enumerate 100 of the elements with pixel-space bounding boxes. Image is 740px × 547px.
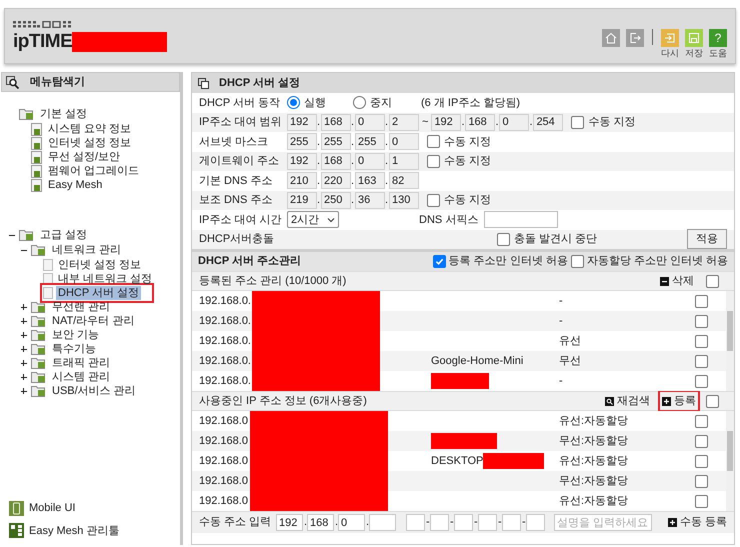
mac-field[interactable] <box>526 514 545 531</box>
expand-icon[interactable] <box>20 304 26 310</box>
octet-field[interactable]: 82 <box>389 172 419 190</box>
octet-field[interactable]: 130 <box>389 192 419 209</box>
tree-item[interactable]: Easy Mesh <box>46 178 104 192</box>
dns-suffix-field[interactable] <box>484 211 558 228</box>
delete-button[interactable]: 삭제 <box>660 272 694 290</box>
expand-icon[interactable] <box>20 346 26 352</box>
home-button[interactable] <box>602 28 620 46</box>
mobile-ui-link[interactable]: Mobile UI <box>9 500 180 516</box>
radio-button[interactable] <box>353 96 366 110</box>
checkbox[interactable] <box>695 494 708 508</box>
tree-item[interactable]: 네트워크 관리 <box>50 243 124 257</box>
tree-item[interactable]: NAT/라우터 관리 <box>50 314 136 328</box>
tree-item[interactable]: 무선랜 관리 <box>50 300 112 314</box>
tree-item[interactable]: USB/서비스 관리 <box>50 384 138 398</box>
logout-button[interactable] <box>626 28 644 46</box>
tree-item[interactable]: 트래픽 관리 <box>50 356 112 370</box>
mac-field[interactable] <box>430 514 449 531</box>
expand-icon[interactable] <box>20 332 26 338</box>
octet-field[interactable]: 0 <box>389 133 419 150</box>
checkbox[interactable] <box>695 334 708 348</box>
octet-field[interactable]: 219 <box>287 192 317 209</box>
expand-icon[interactable] <box>20 388 26 394</box>
tree-item[interactable]: 인터넷 설정 정보 <box>56 258 144 272</box>
octet-field[interactable]: 163 <box>355 172 385 190</box>
checkbox[interactable] <box>695 314 708 328</box>
octet-field[interactable]: 0 <box>355 152 385 170</box>
collapse-icon[interactable] <box>8 232 14 238</box>
checkbox[interactable] <box>695 474 708 488</box>
checkbox[interactable] <box>706 394 719 408</box>
checkbox[interactable] <box>427 154 440 168</box>
tree-item[interactable]: 시스템 요약 정보 <box>46 122 134 136</box>
tree-item[interactable]: 기본 설정 <box>38 107 90 121</box>
mac-field[interactable] <box>406 514 425 531</box>
checkbox[interactable] <box>706 274 719 288</box>
help-button[interactable]: ? <box>709 28 727 46</box>
scrollbar[interactable] <box>726 411 734 511</box>
octet-field[interactable]: 36 <box>355 192 385 209</box>
octet-field[interactable]: 1 <box>389 152 419 170</box>
checkbox[interactable] <box>695 294 708 308</box>
octet-field[interactable]: 220 <box>321 172 351 190</box>
lease-time-select[interactable]: 2시간 <box>287 211 339 228</box>
octet-field[interactable]: 250 <box>321 192 351 209</box>
expand-icon[interactable] <box>20 318 26 324</box>
checkbox[interactable] <box>570 255 584 268</box>
radio-button[interactable] <box>287 96 300 110</box>
octet-field[interactable]: 255 <box>321 133 351 150</box>
checkbox[interactable] <box>497 232 510 246</box>
octet-field[interactable] <box>369 514 396 531</box>
tree-item[interactable]: 보안 기능 <box>50 328 102 342</box>
expand-icon[interactable] <box>20 374 26 380</box>
expand-icon[interactable] <box>20 360 26 366</box>
octet-field[interactable]: 255 <box>287 133 317 150</box>
tree-item[interactable]: 펌웨어 업그레이드 <box>46 164 142 178</box>
checkbox[interactable] <box>695 434 708 448</box>
checkbox[interactable] <box>695 414 708 428</box>
field-label: DHCP 서버 동작 <box>199 96 282 110</box>
octet-field[interactable]: 0 <box>338 514 365 531</box>
mac-field[interactable] <box>478 514 497 531</box>
collapse-icon[interactable] <box>20 247 26 253</box>
apply-button[interactable]: 적용 <box>687 229 727 250</box>
dot-separator: . <box>317 115 321 130</box>
checkbox[interactable] <box>432 255 446 268</box>
logo: ipTIME <box>13 32 72 52</box>
octet-field[interactable]: 168 <box>321 152 351 170</box>
tree-item[interactable]: DHCP 서버 설정 <box>56 286 142 300</box>
octet-field[interactable]: 2 <box>389 114 419 131</box>
mac-field[interactable] <box>502 514 521 531</box>
octet-field[interactable]: 210 <box>287 172 317 190</box>
description-field[interactable]: 설명을 입력하세요 <box>554 514 652 531</box>
tree-item[interactable]: 인터넷 설정 정보 <box>46 136 134 150</box>
manual-register-button[interactable]: 수동 등록 <box>668 514 727 531</box>
mesh-tool-link[interactable]: Easy Mesh 관리툴 <box>9 522 180 539</box>
octet-field[interactable]: 254 <box>533 114 564 131</box>
checkbox[interactable] <box>427 135 440 148</box>
octet-field[interactable]: 192 <box>287 114 317 131</box>
rescan-button[interactable]: 재검색 <box>603 392 652 410</box>
octet-field[interactable]: 0 <box>355 114 385 131</box>
octet-field[interactable]: 255 <box>355 133 385 150</box>
checkbox[interactable] <box>695 454 708 468</box>
checkbox[interactable] <box>695 354 708 368</box>
checkbox[interactable] <box>571 116 584 129</box>
octet-field[interactable]: 192 <box>287 152 317 170</box>
tree-item[interactable]: 특수기능 <box>50 342 98 356</box>
register-button[interactable]: 등록 <box>660 392 698 410</box>
tree-item[interactable]: 시스템 관리 <box>50 370 112 384</box>
checkbox[interactable] <box>695 374 708 388</box>
octet-field[interactable]: 168 <box>321 114 351 131</box>
octet-field[interactable]: 168 <box>307 514 334 531</box>
scrollbar[interactable] <box>726 291 734 391</box>
octet-field[interactable]: 0 <box>499 114 530 131</box>
checkbox[interactable] <box>427 194 440 207</box>
octet-field[interactable]: 192 <box>431 114 462 131</box>
tree-item[interactable]: 내부 네트워크 설정 <box>56 272 154 286</box>
octet-field[interactable]: 168 <box>465 114 496 131</box>
tree-item[interactable]: 무선 설정/보안 <box>46 150 122 164</box>
octet-field[interactable]: 192 <box>276 514 303 531</box>
tree-item[interactable]: 고급 설정 <box>38 228 90 242</box>
mac-field[interactable] <box>454 514 473 531</box>
